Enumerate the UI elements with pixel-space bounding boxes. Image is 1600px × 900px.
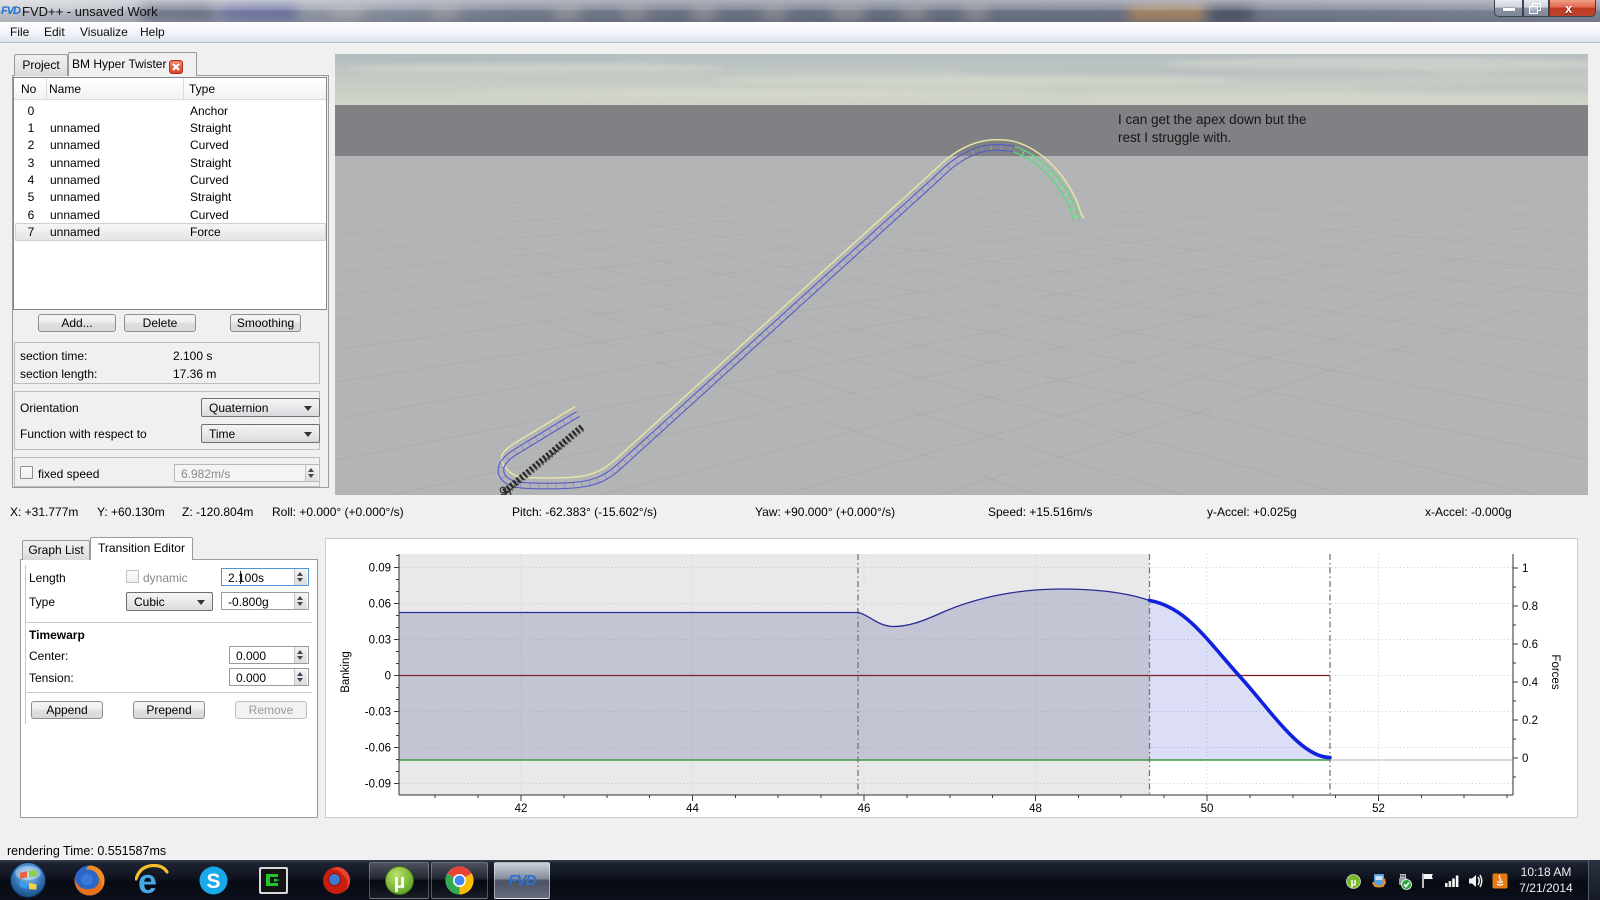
svg-text:48: 48 xyxy=(1029,803,1042,815)
svg-text:0.6: 0.6 xyxy=(1522,639,1538,651)
svg-text:0.06: 0.06 xyxy=(369,599,391,611)
svg-text:S: S xyxy=(206,870,220,893)
svg-text:-0.03: -0.03 xyxy=(365,707,391,719)
svg-text:µ: µ xyxy=(394,871,406,893)
svg-text:0: 0 xyxy=(385,671,391,683)
svg-text:46: 46 xyxy=(858,803,871,815)
svg-text:0.09: 0.09 xyxy=(369,563,391,575)
svg-text:0: 0 xyxy=(1522,753,1528,765)
svg-text:0.8: 0.8 xyxy=(1522,601,1538,613)
svg-text:µ: µ xyxy=(1351,878,1357,889)
svg-text:42: 42 xyxy=(515,803,528,815)
svg-text:1: 1 xyxy=(1522,563,1528,575)
svg-text:0.4: 0.4 xyxy=(1522,677,1539,689)
svg-text:50: 50 xyxy=(1201,803,1214,815)
svg-text:52: 52 xyxy=(1372,803,1385,815)
svg-text:-0.06: -0.06 xyxy=(365,743,391,755)
svg-text:0.03: 0.03 xyxy=(369,635,391,647)
svg-text:44: 44 xyxy=(686,803,699,815)
svg-text:0.2: 0.2 xyxy=(1522,715,1538,727)
svg-text:Forces: Forces xyxy=(1549,654,1561,689)
svg-text:-0.09: -0.09 xyxy=(365,779,391,791)
svg-text:Banking: Banking xyxy=(340,651,352,693)
